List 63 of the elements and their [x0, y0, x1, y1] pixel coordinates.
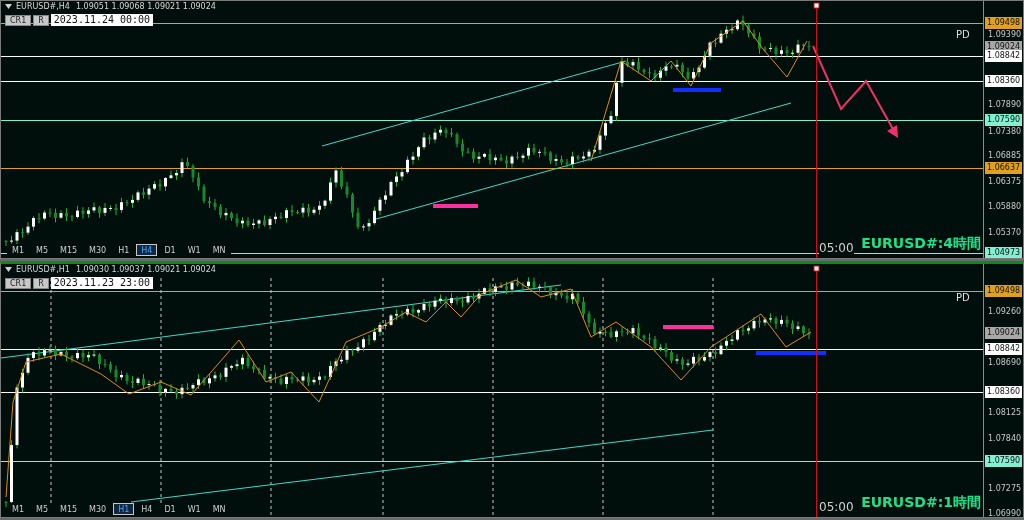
chart-button[interactable]: R	[33, 14, 49, 26]
axis-label: 1.07890	[988, 98, 1022, 111]
timeframe-button[interactable]: M15	[55, 503, 83, 515]
timeframe-button[interactable]: M1	[7, 244, 29, 256]
timeframe-button[interactable]: MN	[207, 244, 231, 256]
collapse-icon	[5, 267, 12, 272]
axis-label: 1.06885	[988, 149, 1022, 162]
price-tag: 1.08360	[985, 74, 1023, 87]
timeframe-button[interactable]: M5	[31, 503, 53, 515]
axis-label: 1.06375	[988, 175, 1022, 188]
timeframe-button[interactable]: H1	[113, 503, 135, 515]
axis-label: 1.07380	[988, 126, 1022, 138]
axis-label: 1.06990	[988, 508, 1022, 517]
price-tag: 1.08360	[985, 386, 1023, 399]
chart-title: EURUSD#:4時間	[861, 235, 981, 253]
timeframe-button[interactable]: H1	[113, 244, 135, 256]
axis-label: 1.08690	[988, 357, 1022, 369]
chart-title: EURUSD#:1時間	[861, 494, 981, 512]
timeframe-button[interactable]: M30	[84, 244, 112, 256]
axis-label: 1.05880	[988, 200, 1022, 213]
timeframe-button[interactable]: H4	[136, 503, 158, 515]
timeframe-button[interactable]: H4	[136, 244, 158, 256]
timeframe-button[interactable]: D1	[159, 503, 181, 515]
axis-label: 1.09390	[988, 29, 1022, 41]
axis-label: 1.07275	[988, 483, 1022, 496]
marker-line	[673, 88, 721, 92]
marker-line	[756, 351, 826, 355]
timeframe-button[interactable]: M15	[55, 244, 83, 256]
price-tag: 1.06637	[985, 162, 1023, 175]
timeframe-button[interactable]: M5	[31, 244, 53, 256]
time-label: 05:00	[819, 501, 854, 514]
date-field[interactable]: 2023.11.24 00:00	[50, 14, 154, 26]
axis-label: 1.09260	[988, 306, 1022, 319]
timeframe-button[interactable]: MN	[207, 503, 231, 515]
date-field[interactable]: 2023.11.23 23:00	[50, 277, 154, 289]
price-tag: 1.08842	[985, 343, 1023, 356]
price-tag: 1.09498	[985, 285, 1023, 297]
timeframe-button[interactable]: W1	[182, 503, 206, 515]
price-tag: 1.09024	[985, 327, 1023, 340]
symbol-label: EURUSD#,H4	[16, 2, 70, 11]
timeframe-button[interactable]: D1	[159, 244, 181, 256]
axis-label: 1.08125	[988, 407, 1022, 420]
timeframe-button[interactable]: W1	[182, 244, 206, 256]
marker-line	[433, 204, 478, 208]
price-tag: 1.07590	[985, 455, 1023, 467]
symbol-label: EURUSD#,H1	[16, 265, 70, 274]
timeframe-button[interactable]: M1	[7, 503, 29, 515]
chart-button[interactable]: CR1	[5, 277, 32, 289]
collapse-icon	[5, 4, 12, 9]
pd-label: PD	[956, 292, 970, 303]
price-tag: 1.07590	[985, 114, 1023, 126]
chart-button[interactable]: CR1	[5, 14, 32, 26]
axis-label: 1.07840	[988, 432, 1022, 445]
price-tag: 1.09498	[985, 17, 1023, 29]
time-label: 05:00	[819, 242, 854, 255]
marker-line	[663, 325, 713, 329]
timeframe-button[interactable]: M30	[84, 503, 112, 515]
axis-label: 1.05370	[988, 226, 1022, 239]
chart-button[interactable]: R	[33, 277, 49, 289]
price-tag: 1.04973	[985, 247, 1023, 258]
pd-label: PD	[956, 29, 970, 40]
price-values: 1.09051 1.09068 1.09021 1.09024	[75, 2, 216, 11]
price-values: 1.09030 1.09037 1.09021 1.09024	[75, 265, 216, 274]
